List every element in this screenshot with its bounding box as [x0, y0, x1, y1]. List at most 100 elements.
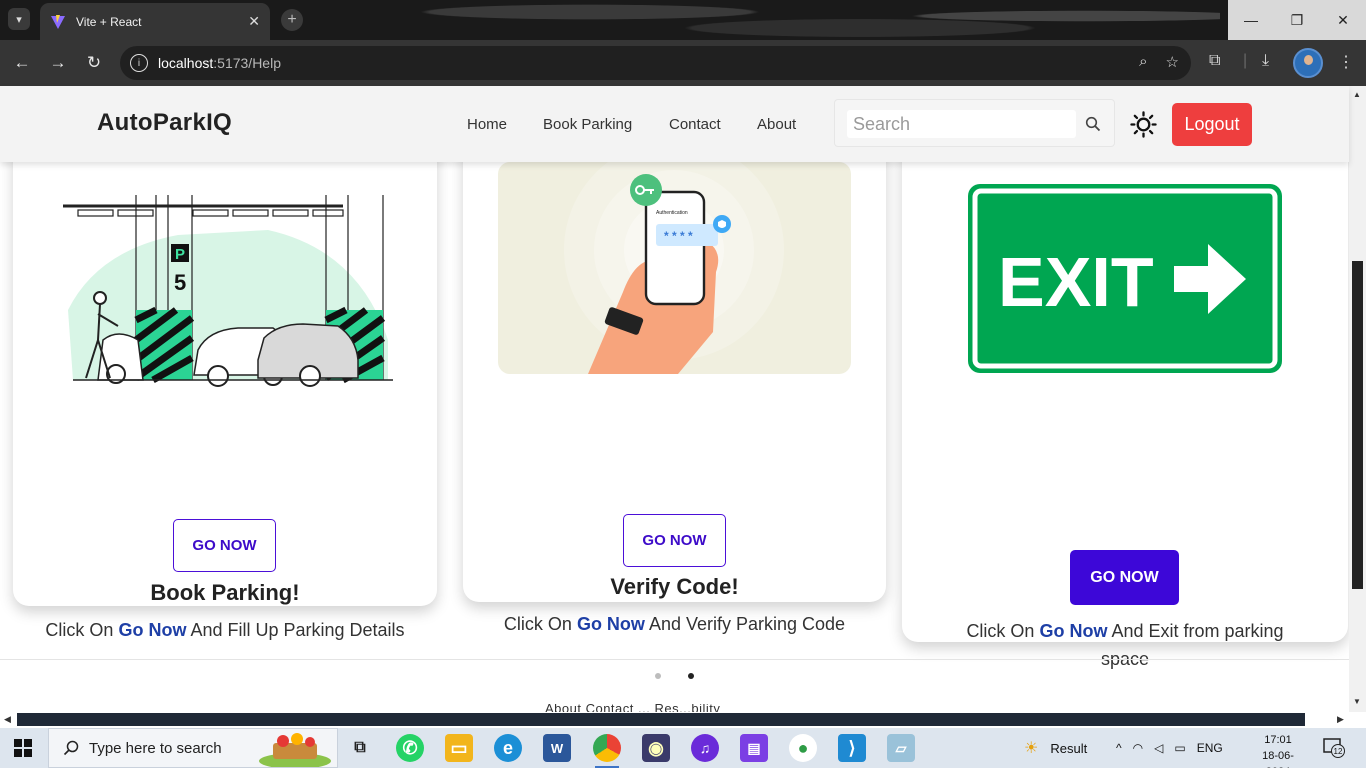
language-indicator[interactable]: ENG — [1197, 741, 1223, 755]
vite-logo-icon — [51, 14, 65, 29]
card-description: Click On Go Now And Fill Up Parking Deta… — [13, 616, 437, 644]
search-input[interactable] — [847, 110, 1076, 138]
desc-suffix: And Fill Up Parking Details — [190, 620, 405, 640]
go-now-button-book[interactable]: GO NOW — [173, 519, 276, 572]
taskbar-clock[interactable]: 17:01 18-06-2024 — [1250, 732, 1306, 768]
windows-start-icon[interactable] — [14, 739, 32, 757]
browser-tab-active[interactable]: Vite + React ✕ — [40, 3, 270, 40]
desc-suffix: And Verify Parking Code — [648, 614, 846, 634]
scroll-right-arrow-icon[interactable]: ▶ — [1337, 714, 1344, 725]
taskbar-search-box[interactable]: Type here to search — [48, 728, 338, 768]
whatsapp-icon[interactable]: ✆ — [396, 734, 424, 762]
footer-bar — [17, 713, 1305, 726]
downloads-icon[interactable]: ⤓ — [1262, 52, 1269, 70]
volume-icon[interactable]: ◁ — [1154, 741, 1163, 755]
restore-icon[interactable]: ❐ — [1274, 0, 1320, 40]
back-icon[interactable]: ← — [11, 52, 33, 74]
clapperboard-icon[interactable]: ▤ — [740, 734, 768, 762]
edge-icon[interactable]: e — [494, 734, 522, 762]
browser-menu-icon[interactable]: ⋮ — [1338, 52, 1354, 72]
battery-icon[interactable]: ▭ — [1174, 741, 1185, 755]
browser-tab-bar: ▾ Vite + React ✕ + — ❐ ✕ — [0, 0, 1366, 40]
mongodb-icon[interactable]: ● — [789, 734, 817, 762]
search-icon[interactable] — [1085, 116, 1101, 132]
tab-bar-background-art — [320, 0, 1220, 40]
carousel-dot-1[interactable] — [655, 673, 661, 679]
media-player-icon[interactable]: ◉ — [642, 734, 670, 762]
windows-taskbar: Type here to search ⧉ ✆ ▭ e W ◉ ♫ ▤ ● ⟩ … — [0, 728, 1366, 768]
phone-label: Authentication — [656, 210, 688, 216]
url-path: :5173/Help — [213, 55, 281, 71]
url-host: localhost — [158, 55, 214, 71]
site-info-icon[interactable]: i — [130, 54, 148, 72]
extensions-icon[interactable]: ⧉ — [1209, 52, 1220, 70]
tab-search-button[interactable]: ▾ — [8, 8, 30, 30]
close-window-icon[interactable]: ✕ — [1320, 0, 1366, 40]
profile-avatar[interactable] — [1293, 48, 1323, 78]
tab-title: Vite + React — [76, 14, 142, 29]
reload-icon[interactable]: ↻ — [83, 52, 105, 74]
scroll-down-arrow-icon[interactable]: ▼ — [1353, 697, 1361, 706]
search-highlight-art — [259, 733, 331, 767]
desc-prefix: Click On — [966, 621, 1035, 641]
minimize-icon[interactable]: — — [1228, 0, 1274, 40]
chrome-icon[interactable] — [593, 734, 621, 768]
wifi-icon[interactable]: ◠ — [1133, 741, 1143, 755]
zoom-icon[interactable]: ⌕ — [1139, 53, 1147, 71]
slot-number: 5 — [174, 270, 186, 295]
weather-icon: ☀ — [1024, 740, 1039, 757]
notification-count: 12 — [1334, 747, 1343, 756]
desc-prefix: Click On — [45, 620, 114, 640]
clock-date: 18-06-2024 — [1262, 750, 1294, 768]
phone-code: * * * * — [664, 229, 693, 243]
nav-link-book-parking[interactable]: Book Parking — [543, 116, 632, 133]
card-title: Book Parking! — [150, 580, 300, 605]
go-now-link-text: Go Now — [576, 614, 645, 634]
address-bar[interactable]: i localhost:5173/Help ⌕ ☆ — [120, 46, 1191, 80]
task-view-icon[interactable]: ⧉ — [346, 734, 374, 762]
nav-link-contact[interactable]: Contact — [669, 116, 721, 133]
headphones-app-icon[interactable]: ♫ — [691, 734, 719, 762]
sun-theme-toggle-icon[interactable] — [1130, 111, 1157, 138]
weather-widget[interactable]: ☀ Result — [1024, 728, 1087, 768]
logout-button[interactable]: Logout — [1172, 103, 1252, 146]
exit-sign-illustration: EXIT — [968, 184, 1282, 373]
tray-chevron-icon[interactable]: ^ — [1116, 741, 1122, 755]
system-tray: ^ ◠ ◁ ▭ ENG — [1116, 728, 1223, 768]
url-text[interactable]: localhost:5173/Help — [158, 55, 281, 71]
nav-link-about[interactable]: About — [757, 116, 796, 133]
go-now-button-exit[interactable]: GO NOW — [1070, 550, 1179, 605]
scroll-left-arrow-icon[interactable]: ◀ — [4, 714, 11, 725]
taskbar-search-icon — [63, 740, 79, 756]
phone-verification-illustration: Authentication * * * * — [498, 162, 851, 374]
scrollbar-thumb[interactable] — [1352, 261, 1363, 589]
bookmark-star-icon[interactable]: ☆ — [1166, 53, 1179, 71]
file-explorer-icon[interactable]: ▭ — [445, 734, 473, 762]
forward-icon[interactable]: → — [47, 52, 69, 74]
word-icon[interactable]: W — [543, 734, 571, 762]
carousel-dot-2-active[interactable] — [688, 673, 694, 679]
vscode-icon[interactable]: ⟩ — [838, 734, 866, 762]
notification-center-icon[interactable]: 12 — [1323, 738, 1345, 758]
tab-close-icon[interactable]: ✕ — [248, 13, 260, 30]
card-description: Click On Go Now And Verify Parking Code — [463, 610, 886, 638]
exit-sign-text: EXIT — [998, 243, 1154, 321]
go-now-link-text: Go Now — [1039, 621, 1108, 641]
nav-link-home[interactable]: Home — [467, 116, 507, 133]
scroll-up-arrow-icon[interactable]: ▲ — [1353, 90, 1361, 99]
brand-logo-text[interactable]: AutoParkIQ — [97, 109, 232, 137]
notepad-icon[interactable]: ▱ — [887, 734, 915, 762]
search-box — [834, 99, 1115, 147]
taskbar-search-placeholder: Type here to search — [89, 739, 222, 757]
section-divider — [0, 659, 1349, 660]
parking-garage-illustration: P 5 — [63, 195, 393, 387]
card-description: Click On Go Now And Exit from parking sp… — [952, 617, 1298, 673]
go-now-link-text: Go Now — [118, 620, 187, 640]
go-now-button-verify[interactable]: GO NOW — [623, 514, 726, 567]
vertical-scrollbar[interactable]: ▲ ▼ — [1349, 86, 1366, 712]
browser-toolbar: ← → ↻ i localhost:5173/Help ⌕ ☆ ⧉ | ⤓ ⋮ — [0, 40, 1366, 86]
clock-time: 17:01 — [1264, 734, 1292, 746]
window-controls: — ❐ ✕ — [1228, 0, 1366, 40]
site-header: AutoParkIQ Home Book Parking Contact Abo… — [0, 86, 1349, 162]
new-tab-button[interactable]: + — [281, 9, 303, 31]
